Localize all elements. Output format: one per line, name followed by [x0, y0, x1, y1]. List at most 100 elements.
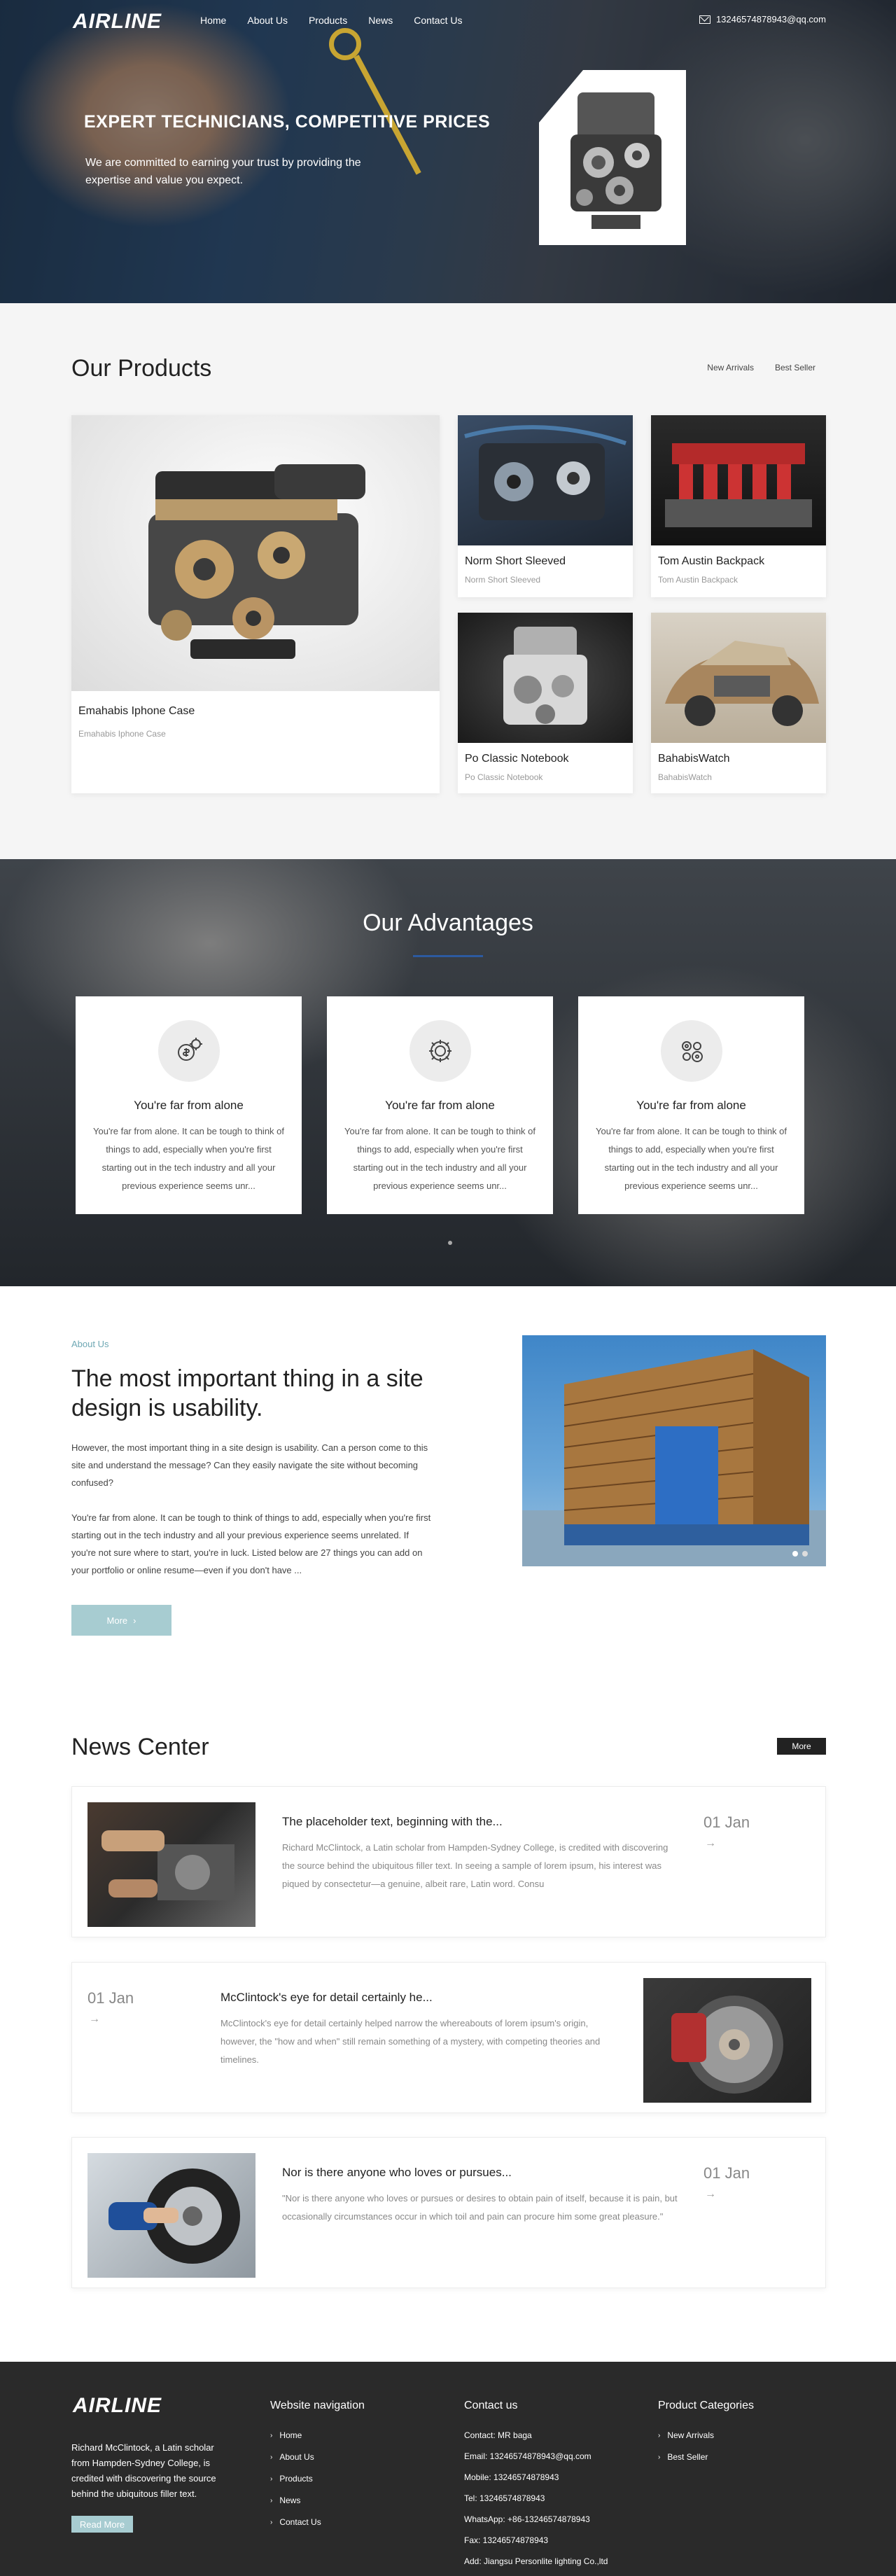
chevron-right-icon: › — [270, 2475, 273, 2483]
product-image — [71, 415, 440, 691]
product-title: Emahabis Iphone Case — [78, 705, 195, 717]
news-more-button[interactable]: More — [777, 1738, 826, 1755]
chevron-right-icon: › — [658, 2432, 661, 2439]
product-subtitle: Tom Austin Backpack — [658, 575, 738, 585]
footer-nav-home[interactable]: › Home — [270, 2425, 365, 2446]
arrow-right-icon[interactable]: → — [705, 1837, 716, 1850]
header-email[interactable]: 13246574878943@qq.com — [699, 14, 826, 25]
product-image — [458, 613, 633, 743]
contact-tel: Tel: 13246574878943 — [464, 2493, 545, 2503]
advantage-text: You're far from alone. It can be tough t… — [596, 1126, 787, 1191]
news-item-title: The placeholder text, beginning with the… — [282, 1815, 503, 1828]
chevron-right-icon: › — [270, 2519, 273, 2526]
advantage-card: You're far from alone You're far from al… — [327, 996, 553, 1214]
product-title: BahabisWatch — [658, 753, 730, 765]
product-image — [458, 415, 633, 545]
chevron-right-icon: › — [270, 2497, 273, 2505]
hero-banner: AIRLINE Home About Us Products News Cont… — [0, 0, 896, 303]
advantage-title: You're far from alone — [385, 1099, 495, 1112]
news-item[interactable]: Nor is there anyone who loves or pursues… — [71, 2137, 826, 2288]
footer-categories-column: Product Categories › New Arrivals › Best S… — [658, 2400, 754, 2468]
advantages-title: Our Advantages — [363, 910, 533, 936]
hero-title: EXPERT TECHNICIANS, COMPETITIVE PRICES — [84, 112, 491, 132]
tab-new-arrivals[interactable]: New Arrivals — [707, 363, 754, 373]
news-item-excerpt: "Nor is there anyone who loves or pursue… — [282, 2193, 678, 2222]
read-more-button[interactable]: Read More — [71, 2516, 133, 2533]
footer-about-text: Richard McClintock, a Latin scholar from… — [71, 2442, 216, 2499]
product-card[interactable]: Po Classic Notebook Po Classic Notebook — [458, 613, 633, 793]
product-card[interactable]: Tom Austin Backpack Tom Austin Backpack — [651, 415, 826, 597]
footer-nav-label: Contact Us — [279, 2517, 321, 2527]
footer-categories-heading: Product Categories — [658, 2400, 754, 2411]
product-card[interactable]: BahabisWatch BahabisWatch — [651, 613, 826, 793]
product-image — [651, 613, 826, 743]
footer-nav-contact-us[interactable]: › Contact Us — [270, 2512, 365, 2533]
nav-about-us[interactable]: About Us — [247, 15, 288, 26]
nav-contact-us[interactable]: Contact Us — [414, 15, 462, 26]
footer-nav-label: News — [279, 2495, 301, 2505]
news-item-date: 01 Jan — [704, 2164, 750, 2182]
footer-nav-label: About Us — [279, 2452, 314, 2462]
news-image — [88, 1802, 255, 1927]
about-more-button[interactable]: More › — [71, 1605, 172, 1636]
product-title: Po Classic Notebook — [465, 753, 569, 765]
footer-nav-heading: Website navigation — [270, 2400, 365, 2411]
footer-nav-products[interactable]: › Products — [270, 2468, 365, 2490]
news-item-title: McClintock's eye for detail certainly he… — [220, 1991, 433, 2004]
chevron-right-icon: › — [270, 2453, 273, 2461]
site-logo[interactable]: AIRLINE — [73, 10, 162, 34]
product-subtitle: Norm Short Sleeved — [465, 575, 541, 585]
advantage-title: You're far from alone — [636, 1099, 746, 1112]
product-title: Tom Austin Backpack — [658, 555, 765, 567]
gears-icon — [661, 1020, 722, 1082]
news-image — [88, 2153, 255, 2278]
product-subtitle: BahabisWatch — [658, 772, 712, 782]
product-card[interactable]: Emahabis Iphone Case Emahabis Iphone Cas… — [71, 415, 440, 793]
news-item[interactable]: The placeholder text, beginning with the… — [71, 1786, 826, 1937]
footer-nav-about-us[interactable]: › About Us — [270, 2446, 365, 2468]
product-card[interactable]: Norm Short Sleeved Norm Short Sleeved — [458, 415, 633, 597]
contact-fax: Fax: 13246574878943 — [464, 2535, 549, 2545]
products-tabs: New Arrivals Best Seller — [707, 363, 816, 373]
footer-nav-label: Home — [279, 2430, 302, 2440]
carousel-dot[interactable] — [448, 1241, 452, 1245]
about-title: The most important thing in a site desig… — [71, 1365, 424, 1421]
contact-email[interactable]: Email: 13246574878943@qq.com — [464, 2446, 608, 2467]
top-nav: AIRLINE Home About Us Products News Cont… — [0, 0, 896, 42]
tab-best-seller[interactable]: Best Seller — [775, 363, 816, 373]
advantage-text: You're far from alone. It can be tough t… — [93, 1126, 284, 1191]
site-footer: AIRLINE Richard McClintock, a Latin scho… — [0, 2362, 896, 2576]
advantage-text: You're far from alone. It can be tough t… — [344, 1126, 536, 1191]
footer-contact-column: Contact us Contact: MR baga Email: 13246… — [464, 2400, 608, 2572]
hero-subtitle: We are committed to earning your trust b… — [85, 157, 361, 186]
contact-address: Add: Jiangsu Personlite lighting Co.,ltd — [464, 2556, 608, 2566]
products-title: Our Products — [71, 355, 212, 382]
news-image — [643, 1978, 811, 2103]
about-label: About Us — [71, 1339, 109, 1349]
news-item-excerpt: Richard McClintock, a Latin scholar from… — [282, 1842, 668, 1889]
about-building-image — [522, 1335, 826, 1566]
news-item-date: 01 Jan — [88, 1989, 134, 2007]
footer-nav-news[interactable]: › News — [270, 2490, 365, 2512]
arrow-right-icon[interactable]: → — [705, 2188, 716, 2201]
nav-home[interactable]: Home — [200, 15, 226, 26]
news-item[interactable]: 01 Jan → McClintock's eye for detail cer… — [71, 1962, 826, 2113]
nav-news[interactable]: News — [368, 15, 393, 26]
footer-contact-heading: Contact us — [464, 2400, 518, 2411]
news-title: News Center — [71, 1734, 209, 1760]
footer-category-label: Best Seller — [667, 2452, 708, 2462]
title-underline — [413, 955, 483, 957]
nav-products[interactable]: Products — [309, 15, 347, 26]
products-section: Our Products New Arrivals Best Seller Em… — [0, 303, 896, 859]
footer-nav-label: Products — [279, 2474, 313, 2484]
chevron-right-icon: › — [270, 2432, 273, 2439]
footer-category-new-arrivals[interactable]: › New Arrivals — [658, 2425, 754, 2446]
money-gear-icon — [158, 1020, 220, 1082]
footer-logo[interactable]: AIRLINE — [73, 2394, 162, 2418]
footer-category-best-seller[interactable]: › Best Seller — [658, 2446, 754, 2468]
advantages-section: Our Advantages You're far from alone You… — [0, 859, 896, 1286]
hero-engine-image — [570, 92, 662, 229]
arrow-right-icon[interactable]: → — [89, 2013, 100, 2026]
main-menu: Home About Us Products News Contact Us — [200, 15, 483, 26]
footer-nav-column: Website navigation › Home › About Us › Prod… — [270, 2400, 365, 2533]
